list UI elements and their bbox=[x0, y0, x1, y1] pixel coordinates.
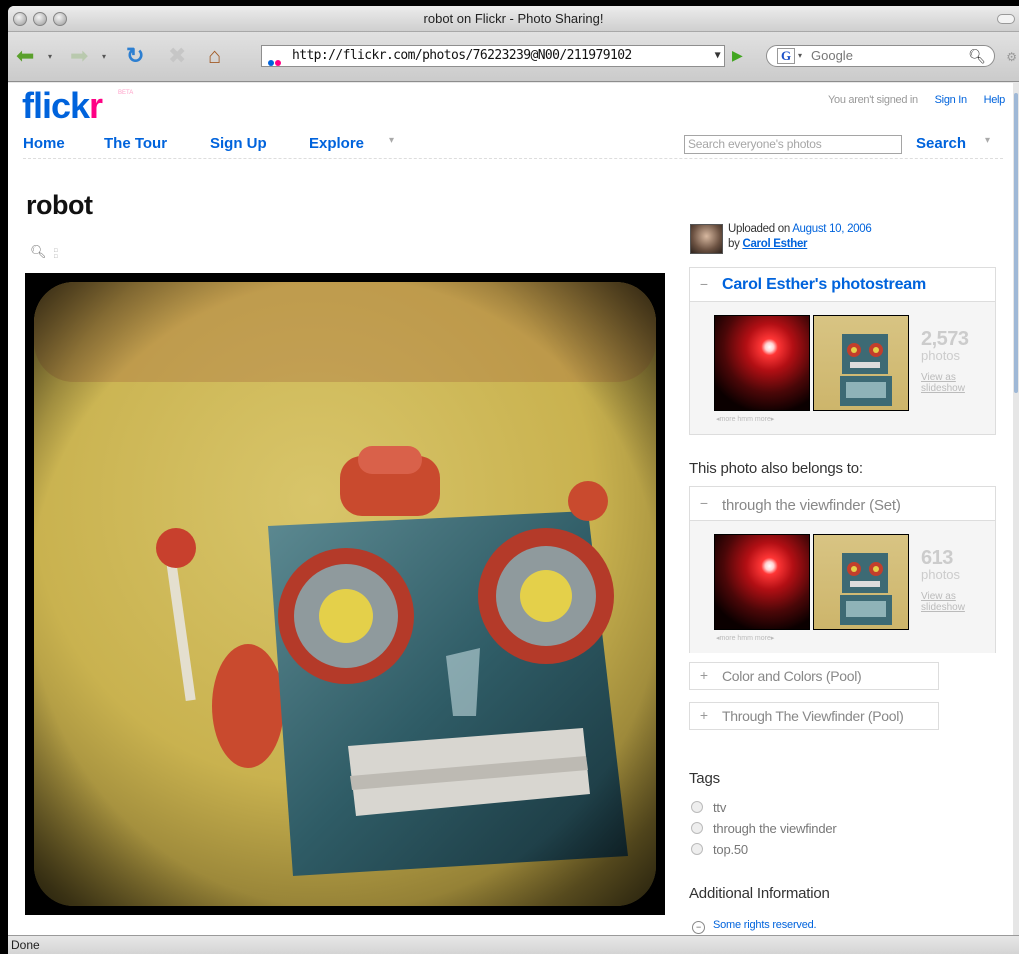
page-title: robot bbox=[26, 190, 93, 220]
photostream-count-label: photos bbox=[921, 348, 961, 363]
pool-through-the-viewfinder[interactable]: + Through The Viewfinder (Pool) bbox=[689, 702, 939, 730]
photostream-title[interactable]: Carol Esther's photostream bbox=[722, 276, 926, 294]
url-history-dropdown-icon[interactable]: ▼ bbox=[715, 46, 721, 66]
belongs-heading: This photo also belongs to: bbox=[689, 460, 863, 477]
photostream-panel: − Carol Esther's photostream 2,573 photo… bbox=[689, 267, 996, 435]
url-field[interactable]: http://flickr.com/photos/76223239@N00/21… bbox=[261, 45, 725, 67]
site-favicon bbox=[268, 53, 281, 66]
robot-thumbnail-image bbox=[840, 334, 892, 406]
license-link[interactable]: − Some rights reserved. bbox=[692, 919, 817, 934]
zoom-icon[interactable]: 🔍︎ bbox=[30, 244, 47, 260]
tag-icon bbox=[691, 822, 703, 834]
collapse-icon[interactable]: − bbox=[696, 496, 712, 512]
tag-item[interactable]: top.50 bbox=[691, 842, 748, 857]
main-photo[interactable] bbox=[25, 273, 665, 915]
pool-color-and-colors[interactable]: + Color and Colors (Pool) bbox=[689, 662, 939, 690]
set-slideshow-link[interactable]: View as slideshow bbox=[921, 591, 965, 613]
nav-explore[interactable]: Explore bbox=[309, 135, 364, 152]
current-photo-thumbnail[interactable] bbox=[813, 315, 909, 411]
all-sizes-icon[interactable]: □ □ bbox=[54, 248, 58, 260]
sign-in-link[interactable]: Sign In bbox=[935, 94, 967, 106]
tag-icon bbox=[691, 843, 703, 855]
tag-item[interactable]: ttv bbox=[691, 800, 726, 815]
nav-the-tour[interactable]: The Tour bbox=[104, 135, 167, 152]
prev-set-thumbnail[interactable] bbox=[714, 534, 810, 630]
robot-thumbnail-image bbox=[840, 553, 892, 625]
upload-date-link[interactable]: August 10, 2006 bbox=[792, 223, 872, 235]
back-history-icon[interactable]: ▾ bbox=[48, 52, 52, 61]
explore-caret-icon[interactable]: ▾ bbox=[389, 135, 394, 146]
photostream-header: − Carol Esther's photostream bbox=[690, 268, 995, 302]
additional-info-heading: Additional Information bbox=[689, 885, 830, 902]
magnifier-icon[interactable]: 🔍︎ bbox=[968, 46, 986, 66]
set-header: − through the viewfinder (Set) bbox=[690, 487, 995, 521]
set-nav[interactable]: ◂more hmm more▸ bbox=[716, 634, 774, 642]
set-count-label: photos bbox=[921, 567, 961, 582]
search-engine-dropdown-icon[interactable]: ▾ bbox=[798, 46, 802, 66]
pool-title[interactable]: Through The Viewfinder (Pool) bbox=[722, 708, 904, 724]
expand-icon[interactable]: + bbox=[696, 708, 712, 724]
nav-sign-up[interactable]: Sign Up bbox=[210, 135, 267, 152]
title-bar: robot on Flickr - Photo Sharing! bbox=[8, 6, 1019, 32]
forward-history-icon[interactable]: ▾ bbox=[102, 52, 106, 61]
browser-toolbar: ⬅ ▾ ➡ ▾ ↻ ✖ ⌂ http://flickr.com/photos/7… bbox=[8, 32, 1019, 82]
forward-icon[interactable]: ➡ bbox=[70, 42, 88, 70]
signin-status: You aren't signed in bbox=[827, 94, 918, 106]
account-links: You aren't signed in Sign In Help bbox=[828, 94, 1005, 106]
main-nav: Home The Tour Sign Up Explore ▾ Search e… bbox=[23, 135, 1003, 159]
prev-photo-thumbnail[interactable] bbox=[714, 315, 810, 411]
status-bar: Done bbox=[8, 935, 1019, 954]
photostream-nav[interactable]: ◂more hmm more▸ bbox=[716, 415, 774, 423]
owner-link[interactable]: Carol Esther bbox=[742, 238, 807, 250]
site-search-button[interactable]: Search bbox=[916, 135, 966, 152]
scrollbar-thumb[interactable] bbox=[1014, 93, 1018, 393]
owner-avatar[interactable] bbox=[690, 224, 723, 254]
creative-commons-icon: − bbox=[692, 921, 705, 934]
set-panel: − through the viewfinder (Set) 613 photo… bbox=[689, 486, 996, 653]
tag-item[interactable]: through the viewfinder bbox=[691, 821, 837, 836]
set-title[interactable]: through the viewfinder (Set) bbox=[722, 497, 901, 514]
reload-icon[interactable]: ↻ bbox=[126, 42, 144, 70]
current-set-thumbnail[interactable] bbox=[813, 534, 909, 630]
collapse-icon[interactable]: − bbox=[696, 277, 712, 293]
search-caret-icon[interactable]: ▾ bbox=[985, 135, 990, 146]
photostream-slideshow-link[interactable]: View as slideshow bbox=[921, 372, 965, 394]
browser-search-placeholder: Google bbox=[811, 48, 853, 63]
nav-home[interactable]: Home bbox=[23, 135, 65, 152]
vertical-scrollbar[interactable] bbox=[1013, 83, 1019, 935]
robot-photo-image bbox=[34, 282, 656, 906]
tags-heading: Tags bbox=[689, 770, 720, 787]
tag-icon bbox=[691, 801, 703, 813]
toolbar-toggle-button[interactable] bbox=[997, 14, 1015, 24]
photostream-body: 2,573 photos View as slideshow ◂more hmm … bbox=[690, 302, 995, 434]
url-text: http://flickr.com/photos/76223239@N00/21… bbox=[292, 48, 632, 63]
throbber-icon: ⚙ bbox=[1006, 50, 1017, 64]
browser-window: robot on Flickr - Photo Sharing! ⬅ ▾ ➡ ▾… bbox=[8, 6, 1019, 954]
back-icon[interactable]: ⬅ bbox=[16, 42, 34, 70]
site-search-input[interactable]: Search everyone's photos bbox=[684, 135, 902, 154]
browser-search-field[interactable]: G ▾ Google 🔍︎ bbox=[766, 45, 995, 67]
pool-title[interactable]: Color and Colors (Pool) bbox=[722, 668, 862, 684]
home-icon[interactable]: ⌂ bbox=[208, 42, 221, 70]
search-engine-icon[interactable]: G bbox=[777, 48, 795, 64]
set-body: 613 photos View as slideshow ◂more hmm mo… bbox=[690, 521, 995, 653]
stop-icon[interactable]: ✖ bbox=[168, 42, 186, 70]
expand-icon[interactable]: + bbox=[696, 668, 712, 684]
beta-badge: BETA bbox=[118, 90, 134, 96]
upload-info: Uploaded on August 10, 2006 by Carol Est… bbox=[728, 223, 872, 250]
help-link[interactable]: Help bbox=[984, 94, 1006, 106]
flickr-logo[interactable]: flickr bbox=[22, 85, 103, 127]
web-page: flickr BETA You aren't signed in Sign In… bbox=[8, 83, 1013, 935]
window-title: robot on Flickr - Photo Sharing! bbox=[423, 11, 604, 26]
go-icon[interactable]: ▶ bbox=[732, 47, 743, 64]
